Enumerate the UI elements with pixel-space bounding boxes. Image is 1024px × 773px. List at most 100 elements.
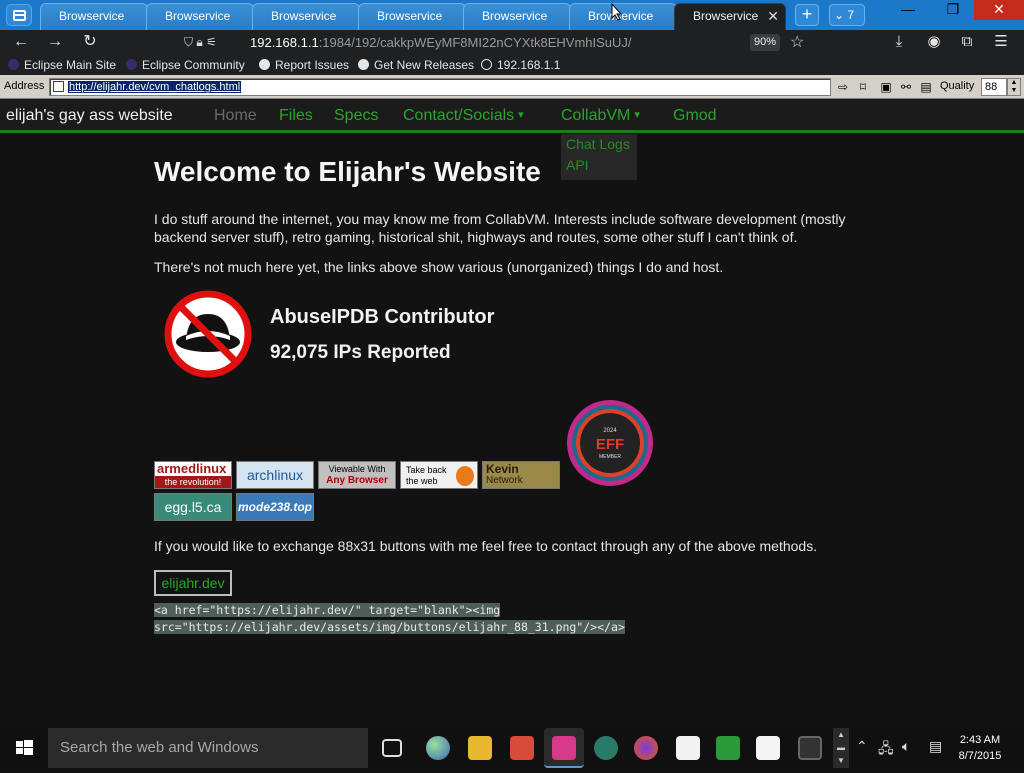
embed-code: <a href="https://elijahr.dev/" target="b… (154, 602, 625, 636)
browser-tab[interactable]: Browservice (569, 3, 677, 30)
links-paragraph: There's not much here yet, the links abo… (154, 259, 724, 275)
nav-collabvm[interactable]: CollabVM ▾ (561, 107, 640, 125)
nav-files[interactable]: Files (279, 107, 313, 125)
nav-gmod[interactable]: Gmod (673, 107, 717, 125)
button-text: archlinux (246, 467, 304, 483)
maximize-button[interactable]: ❐ (930, 0, 976, 20)
settings-app-icon[interactable] (798, 736, 822, 760)
downloads-icon[interactable]: ⤓ (889, 33, 909, 53)
new-tab-button[interactable]: + (795, 4, 819, 26)
bookmark-eclipse-community[interactable]: Eclipse Community (126, 57, 245, 73)
app-icon[interactable] (510, 736, 534, 760)
back-button[interactable]: ← (10, 32, 32, 53)
dropdown-chat-logs[interactable]: Chat Logs (566, 136, 630, 152)
volume-icon[interactable]: 🔈︎ (902, 738, 910, 755)
navigation-bar: ← → ↻ ⛉ 🔒︎ ⚟ 192.168.1.1:1984/192/cakkpW… (0, 30, 1024, 55)
taskbar-clock[interactable]: 2:43 AM 8/7/2015 (955, 732, 1005, 764)
start-button[interactable] (0, 728, 48, 768)
button-any-browser[interactable]: Viewable With Any Browser (318, 461, 396, 489)
button-armedlinux[interactable]: armedlinux the revolution! (154, 461, 232, 489)
paw-app-icon[interactable] (756, 736, 780, 760)
button-text: Viewable With (328, 464, 386, 474)
browser-tab[interactable]: Browservice (358, 3, 466, 30)
nav-contact-socials[interactable]: Contact/Socials ▾ (403, 107, 524, 125)
eff-member-badge[interactable]: 2024 EFF MEMBER (566, 399, 654, 487)
task-view-icon[interactable] (382, 739, 402, 757)
button-egg-l5[interactable]: egg.l5.ca (154, 493, 232, 521)
bookmark-eclipse-main[interactable]: Eclipse Main Site (8, 57, 116, 73)
bookmarks-bar: Eclipse Main Site Eclipse Community Repo… (0, 55, 1024, 75)
quality-spinner[interactable]: ▲ ▼ (1007, 78, 1021, 96)
tab-menu-button[interactable] (6, 4, 32, 26)
quality-label: Quality (940, 80, 975, 92)
find-binoculars-icon[interactable]: ⚯ (898, 79, 914, 95)
tab-label: Browservice (693, 9, 759, 23)
address-value[interactable]: http://elijahr.dev/cvm_chatlogs.html (68, 81, 242, 93)
address-input[interactable]: http://elijahr.dev/cvm_chatlogs.html (49, 78, 831, 96)
url-text[interactable]: 192.168.1.1:1984/192/cakkpWEyMF8MI22nCYX… (250, 31, 632, 54)
taskbar-search[interactable]: Search the web and Windows (48, 728, 368, 768)
url-bar[interactable]: ⛉ 🔒︎ ⚟ 192.168.1.1:1984/192/cakkpWEyMF8M… (176, 31, 804, 54)
globe-app-icon[interactable] (426, 736, 450, 760)
dropdown-api[interactable]: API (566, 157, 589, 173)
zoom-level[interactable]: 90% (750, 34, 780, 51)
nav-label: CollabVM (561, 107, 631, 124)
hello-kitty-icon[interactable] (676, 736, 700, 760)
site-brand[interactable]: elijah's gay ass website (6, 107, 173, 125)
bookmark-get-new-releases[interactable]: Get New Releases (358, 57, 474, 73)
bookmark-router[interactable]: 192.168.1.1 (481, 57, 560, 73)
tab-list-button[interactable]: ⌄ 7 (829, 4, 865, 26)
minimize-button[interactable]: — (885, 0, 931, 20)
save-icon[interactable]: ▣ (878, 79, 894, 95)
close-tab-icon[interactable]: ✕ (767, 4, 779, 29)
forward-button[interactable]: → (44, 32, 66, 53)
elijahr-button[interactable]: elijahr.dev (154, 570, 232, 596)
browser-tab[interactable]: Browservice (252, 3, 360, 30)
browser-tab-active[interactable]: Browservice ✕ (674, 3, 786, 30)
browser-tab[interactable]: Browservice (463, 3, 571, 30)
button-kevin-network[interactable]: Kevin Network (482, 461, 560, 489)
browser-tab[interactable]: Browservice (146, 3, 254, 30)
nav-home[interactable]: Home (214, 107, 257, 125)
network-app-icon[interactable] (594, 736, 618, 760)
menu-icon[interactable]: ☰ (991, 33, 1011, 53)
tab-label: Browservice (59, 9, 125, 23)
abuseipdb-title[interactable]: AbuseIPDB Contributor (270, 306, 494, 329)
nav-specs[interactable]: Specs (334, 107, 378, 125)
account-icon[interactable]: ◉ (924, 33, 944, 53)
tab-label: Browservice (271, 9, 337, 23)
reload-icon: ↻ (83, 33, 97, 50)
character-app-icon[interactable] (716, 736, 740, 760)
button-archlinux[interactable]: archlinux (236, 461, 314, 489)
button-text: mode238.top (237, 500, 312, 514)
tab-label: Browservice (377, 9, 443, 23)
close-window-button[interactable]: ✕ (974, 0, 1024, 20)
clipboard-icon[interactable]: ▤ (918, 79, 934, 95)
firefox-icon[interactable] (634, 736, 658, 760)
go-arrow-icon[interactable]: ⇨ (835, 79, 851, 95)
quality-input[interactable]: 88 (981, 78, 1007, 96)
bookmark-star-icon[interactable]: ☆ (790, 31, 804, 54)
arrow-right-icon: → (47, 33, 63, 50)
show-hidden-icons[interactable]: ⌃ (856, 738, 868, 755)
bookmark-label: Report Issues (275, 58, 350, 72)
notifications-icon[interactable]: ▤ (929, 738, 942, 755)
network-icon[interactable]: 🖧︎ (878, 738, 894, 762)
intro-paragraph: I do stuff around the internet, you may … (154, 211, 846, 245)
bookmark-report-issues[interactable]: Report Issues (259, 57, 349, 73)
bookmark-label: Get New Releases (374, 58, 475, 72)
site-info-icons[interactable]: ⛉ 🔒︎ ⚟ (184, 31, 217, 54)
active-app-button[interactable] (544, 728, 584, 768)
button-take-back-the-web[interactable]: Take back the web (400, 461, 478, 489)
bookmark-icon[interactable]: ⌑ (855, 79, 871, 95)
extensions-icon[interactable]: ⧉ (957, 33, 977, 53)
file-explorer-icon[interactable] (468, 736, 492, 760)
collabvm-dropdown: Chat Logs API (561, 134, 637, 180)
no-bad-actor-icon (164, 290, 252, 378)
eclipse-icon (8, 59, 19, 70)
bookmark-label: Eclipse Community (142, 58, 245, 72)
taskbar-scroll[interactable]: ▲ ▬ ▼ (833, 728, 849, 768)
browser-tab[interactable]: Browservice (40, 3, 148, 30)
reload-button[interactable]: ↻ (79, 32, 101, 53)
button-mode238[interactable]: mode238.top (236, 493, 314, 521)
